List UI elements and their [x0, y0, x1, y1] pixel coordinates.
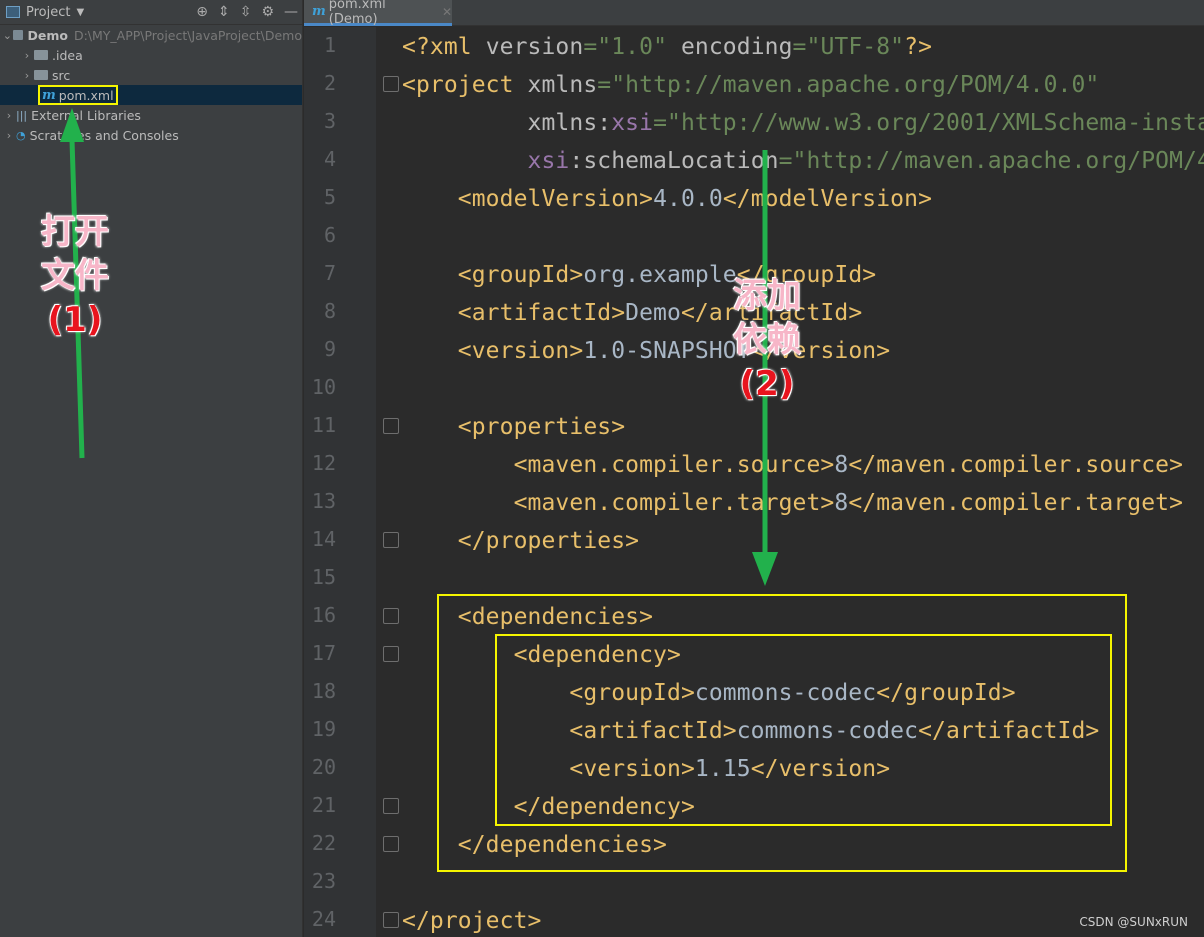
- arrow-2-head: [752, 552, 778, 586]
- annotation-number: (2): [739, 364, 795, 404]
- annotation-text: 依赖: [733, 320, 801, 360]
- annotation-step-2: 添加 依赖 (2): [722, 274, 812, 406]
- annotation-text: 添加: [733, 276, 801, 316]
- arrow-1-head: [60, 108, 84, 142]
- annotation-number: (1): [47, 300, 103, 340]
- annotation-text: 文件: [41, 256, 109, 296]
- annotation-arrows: [60, 108, 778, 586]
- annotation-step-1: 打开 文件 (1): [30, 210, 120, 342]
- watermark: CSDN @SUNxRUN: [1079, 915, 1188, 929]
- annotation-text: 打开: [41, 212, 109, 252]
